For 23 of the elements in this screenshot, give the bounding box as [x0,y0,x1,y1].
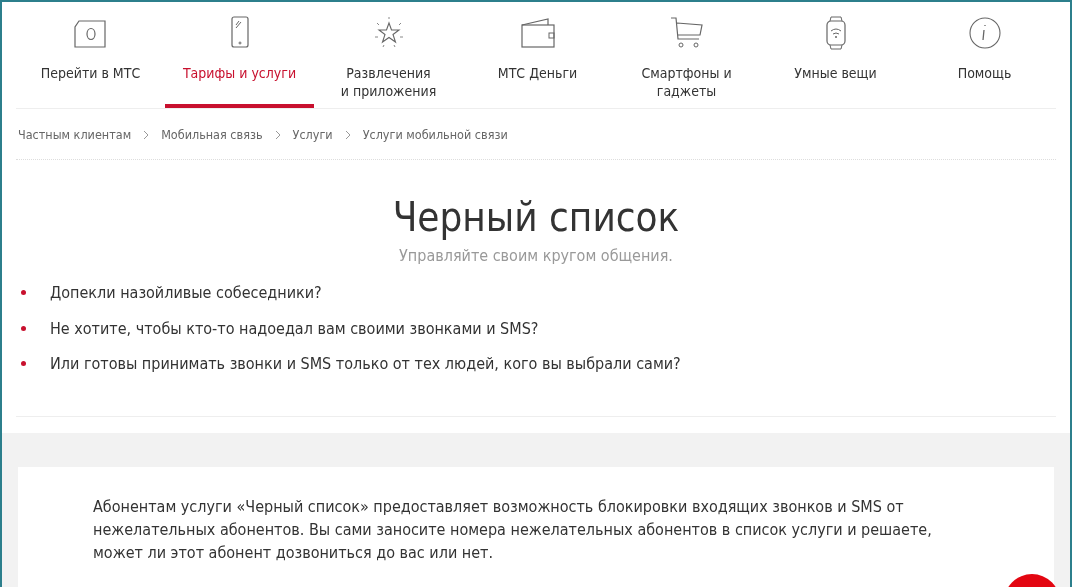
breadcrumb-link[interactable]: Услуги [292,127,333,142]
nav-tab[interactable]: Тарифы и услуги [165,2,314,108]
bullet-text: Или готовы принимать звонки и SMS только от тех людей, кого вы выбрали сами? [50,354,681,374]
nav-tab[interactable]: Смартфоны и гаджеты [612,2,761,108]
chevron-icon [344,129,351,140]
breadcrumb-link[interactable]: Частным клиентам [18,127,132,142]
bullet-icon [21,361,26,367]
nav-tab[interactable]: Помощь [910,2,1059,108]
page-title: Черный список [391,193,681,242]
nav-tab[interactable]: Перейти в МТС [16,2,165,108]
nav-tab[interactable]: МТС Деньги [463,2,612,108]
page-subtitle: Управляйте своим кругом общения. [398,246,674,265]
chevron-icon [274,129,281,140]
bullet-icon [21,325,26,331]
breadcrumb-link[interactable]: Услуги мобильной связи [362,127,508,142]
bullet-text: Допекли назойливые собеседники? [50,283,322,303]
bullet-text: Не хотите, чтобы кто-то надоедал вам своими звонками и SMS? [50,318,539,338]
nav-tab[interactable]: Развлечения и приложения [314,2,463,108]
breadcrumb-link[interactable]: Мобильная связь [161,127,263,142]
bullet-icon [21,290,26,296]
nav-tab[interactable]: Умные вещи [761,2,910,108]
chevron-icon [143,129,150,140]
description-text: Абонентам услуги «Черный список» предоставляет возможность блокировки входящих звонков и SMS от нежелательных абонентов. Вы сами заносите номера нежелательных абонентов в список услуги и решаете, может ли этот абонент дозвониться до вас или нет. [93,495,933,564]
